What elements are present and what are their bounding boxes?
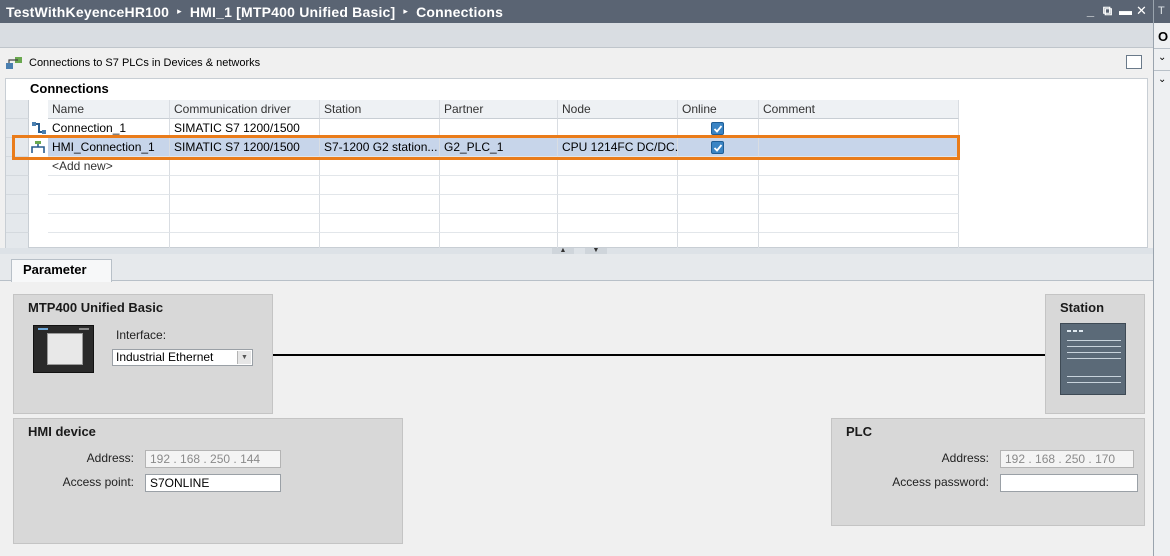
selection-highlight	[12, 135, 960, 160]
editor-toolbar	[0, 23, 1153, 48]
breadcrumb: TestWithKeyenceHR100 ▸ HMI_1 [MTP400 Uni…	[0, 4, 503, 20]
network-link-line	[273, 354, 1045, 356]
hmi-device-title: HMI device	[28, 424, 96, 439]
plc-address-label: Address:	[941, 451, 989, 465]
station-title: Station	[1060, 300, 1105, 315]
column-header-name[interactable]: Name	[48, 100, 170, 119]
row-header	[6, 214, 29, 233]
table-header-row: Name Communication driver Station Partne…	[6, 100, 1149, 119]
parameter-tabbar: Parameter	[0, 254, 1153, 282]
float-icon[interactable]: ▬	[1119, 3, 1132, 19]
restore-icon[interactable]: ⧉	[1102, 3, 1113, 19]
hmi-panel-box: MTP400 Unified Basic Interface: Industri…	[13, 294, 273, 414]
interface-dropdown[interactable]: Industrial Ethernet ▼	[112, 349, 253, 366]
breadcrumb-connections: Connections	[416, 3, 504, 20]
hmi-address-field[interactable]: 192 . 168 . 250 . 144	[145, 450, 281, 468]
online-checkbox[interactable]	[711, 122, 724, 135]
access-point-label: Access point:	[62, 475, 134, 489]
hmi-address-label: Address:	[86, 451, 134, 465]
column-header-station[interactable]: Station	[320, 100, 440, 119]
checkmark-icon	[713, 125, 723, 133]
access-point-field[interactable]: S7ONLINE	[145, 474, 281, 492]
connections-header: Connections to S7 PLCs in Devices & netw…	[5, 53, 1148, 73]
column-header-comment[interactable]: Comment	[759, 100, 959, 119]
minimize-icon[interactable]: _	[1085, 3, 1096, 19]
interface-label: Interface:	[116, 328, 167, 342]
task-card-strip: T O ⌄ ⌄	[1153, 0, 1170, 556]
interface-value: Industrial Ethernet	[116, 350, 214, 364]
row-header	[6, 176, 29, 195]
overview-toggle-icon[interactable]	[1126, 55, 1142, 69]
breadcrumb-device[interactable]: HMI_1 [MTP400 Unified Basic]	[190, 4, 396, 20]
connection-icon	[32, 122, 46, 134]
plc-device-image	[1060, 323, 1126, 395]
column-header-node[interactable]: Node	[558, 100, 678, 119]
plc-address-field[interactable]: 192 . 168 . 250 . 170	[1000, 450, 1134, 468]
hmi-device-image	[33, 325, 94, 373]
station-box: Station	[1045, 294, 1145, 414]
column-header-driver[interactable]: Communication driver	[170, 100, 320, 119]
connections-header-text: Connections to S7 PLCs in Devices & netw…	[29, 57, 261, 69]
task-card-header[interactable]: T	[1154, 0, 1170, 23]
breadcrumb-separator-icon: ▸	[403, 6, 409, 16]
breadcrumb-project[interactable]: TestWithKeyenceHR100	[6, 4, 169, 20]
access-password-label: Access password:	[892, 475, 989, 489]
row-header-corner	[6, 100, 29, 119]
column-header-online[interactable]: Online	[678, 100, 759, 119]
tab-parameter[interactable]: Parameter	[11, 259, 112, 282]
plc-title: PLC	[846, 424, 872, 439]
network-icon	[6, 57, 22, 69]
hmi-device-box: HMI device Address: 192 . 168 . 250 . 14…	[13, 418, 403, 544]
task-card-letter: O	[1158, 29, 1169, 44]
row-header	[6, 195, 29, 214]
access-password-field[interactable]	[1000, 474, 1138, 492]
empty-row	[6, 176, 1149, 195]
chevron-down-icon[interactable]: ⌄	[1154, 48, 1170, 66]
breadcrumb-separator-icon: ▸	[177, 6, 182, 16]
chevron-down-icon[interactable]: ▼	[237, 351, 251, 364]
empty-row	[6, 195, 1149, 214]
connections-table: Connections Name Communication driver St…	[5, 78, 1149, 252]
empty-row	[6, 214, 1149, 233]
chevron-down-icon[interactable]: ⌄	[1154, 70, 1170, 88]
connections-title: Connections	[30, 81, 109, 96]
title-bar: TestWithKeyenceHR100 ▸ HMI_1 [MTP400 Uni…	[0, 0, 1153, 23]
close-icon[interactable]: ✕	[1136, 3, 1147, 19]
hmi-panel-title: MTP400 Unified Basic	[28, 300, 164, 315]
plc-box: PLC Address: 192 . 168 . 250 . 170 Acces…	[831, 418, 1145, 526]
column-header-partner[interactable]: Partner	[440, 100, 558, 119]
